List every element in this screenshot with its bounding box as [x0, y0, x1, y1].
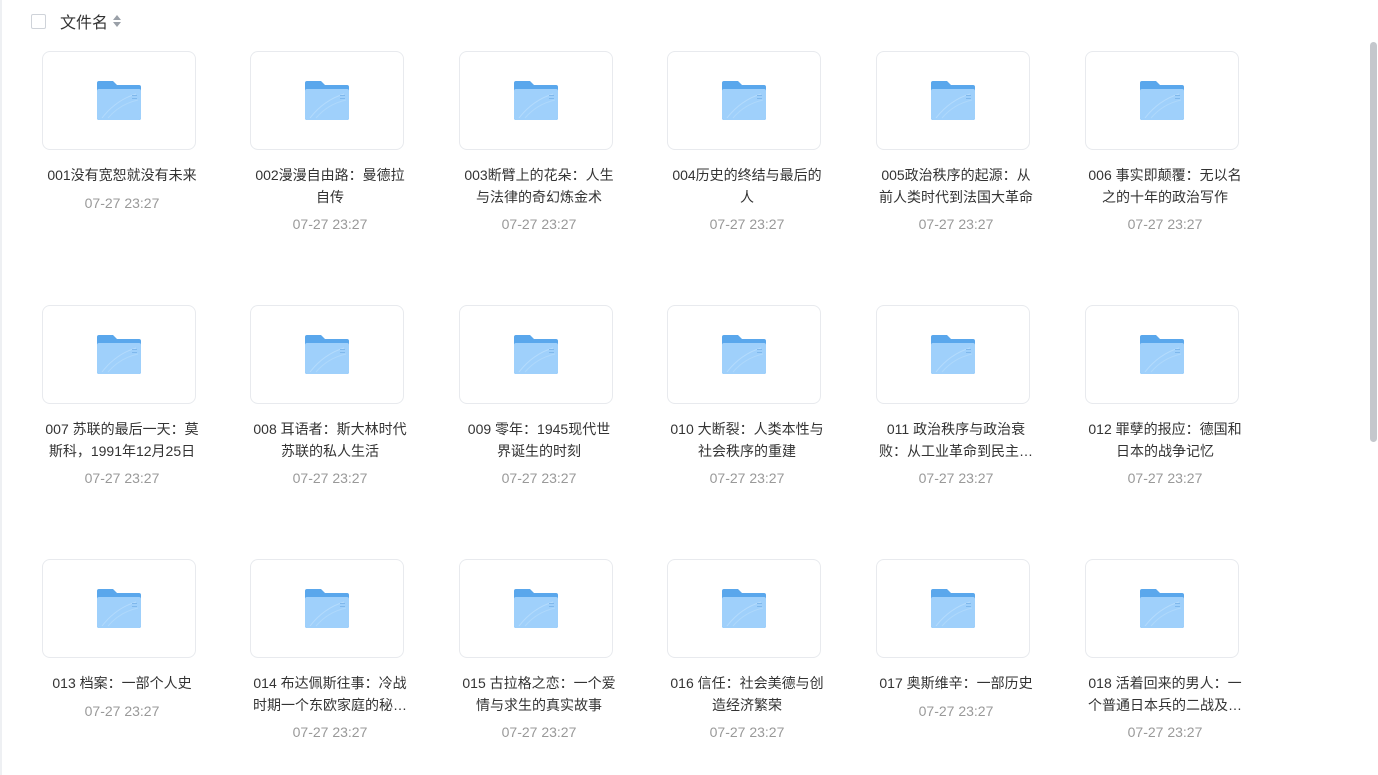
folder-modified-time: 07-27 23:27 — [84, 702, 160, 719]
folder-modified-time: 07-27 23:27 — [918, 470, 994, 486]
folder-modified-time: 07-27 23:27 — [501, 216, 577, 232]
folder-modified-time: 07-27 23:27 — [709, 470, 785, 486]
folder-icon — [304, 588, 350, 630]
folder-icon — [513, 80, 559, 122]
folder-name[interactable]: 013 档案：一部个人史 — [22, 673, 218, 695]
folder-modified-time: 07-27 23:27 — [1127, 216, 1203, 232]
folder-thumbnail[interactable] — [1085, 305, 1239, 404]
folder-icon — [930, 80, 976, 122]
folder-modified-time: 07-27 23:27 — [84, 194, 160, 211]
folder-grid: 001没有宽恕就没有未来 07-27 23:27 002漫漫自由路：曼德拉自传 07-… — [0, 0, 1378, 775]
folder-icon — [1139, 588, 1185, 630]
folder-modified-time: 07-27 23:27 — [84, 470, 160, 486]
folder-modified-time: 07-27 23:27 — [292, 724, 368, 740]
folder-thumbnail[interactable] — [1085, 51, 1239, 150]
folder-name[interactable]: 016 信任：社会美德与创造经济繁荣 — [647, 673, 843, 716]
folder-item[interactable]: 013 档案：一部个人史 07-27 23:27 — [22, 559, 218, 719]
folder-modified-time: 07-27 23:27 — [709, 724, 785, 740]
folder-item[interactable]: 012 罪孽的报应：德国和日本的战争记忆 07-27 23:27 — [1065, 305, 1261, 486]
folder-item[interactable]: 001没有宽恕就没有未来 07-27 23:27 — [22, 51, 218, 211]
folder-modified-time: 07-27 23:27 — [1127, 470, 1203, 486]
folder-name[interactable]: 018 活着回来的男人：一个普通日本兵的二战及战后生命史 — [1065, 673, 1261, 716]
folder-item[interactable]: 009 零年：1945现代世界诞生的时刻 07-27 23:27 — [439, 305, 635, 486]
folder-modified-time: 07-27 23:27 — [501, 724, 577, 740]
folder-thumbnail[interactable] — [42, 559, 196, 658]
folder-item[interactable]: 004历史的终结与最后的人 07-27 23:27 — [647, 51, 843, 232]
folder-thumbnail[interactable] — [42, 51, 196, 150]
folder-icon — [96, 334, 142, 376]
folder-name[interactable]: 004历史的终结与最后的人 — [647, 165, 843, 208]
folder-thumbnail[interactable] — [250, 305, 404, 404]
folder-thumbnail[interactable] — [876, 51, 1030, 150]
folder-icon — [513, 334, 559, 376]
folder-modified-time: 07-27 23:27 — [709, 216, 785, 232]
folder-thumbnail[interactable] — [250, 51, 404, 150]
folder-thumbnail[interactable] — [459, 559, 613, 658]
folder-item[interactable]: 002漫漫自由路：曼德拉自传 07-27 23:27 — [230, 51, 426, 232]
folder-name[interactable]: 007 苏联的最后一天：莫斯科，1991年12月25日 — [22, 419, 218, 462]
folder-item[interactable]: 014 布达佩斯往事：冷战时期一个东欧家庭的秘密档案 07-27 23:27 — [230, 559, 426, 740]
folder-item[interactable]: 007 苏联的最后一天：莫斯科，1991年12月25日 07-27 23:27 — [22, 305, 218, 486]
folder-thumbnail[interactable] — [667, 305, 821, 404]
folder-icon — [304, 334, 350, 376]
file-browser: 文件名 001没有宽恕就没有未来 07-27 23:27 002漫漫自由路：曼德拉自… — [0, 0, 1378, 775]
folder-icon — [930, 588, 976, 630]
folder-icon — [721, 588, 767, 630]
folder-icon — [1139, 80, 1185, 122]
folder-name[interactable]: 005政治秩序的起源：从前人类时代到法国大革命 — [856, 165, 1052, 208]
folder-thumbnail[interactable] — [667, 559, 821, 658]
folder-item[interactable]: 018 活着回来的男人：一个普通日本兵的二战及战后生命史 07-27 23:27 — [1065, 559, 1261, 740]
folder-thumbnail[interactable] — [250, 559, 404, 658]
folder-name[interactable]: 001没有宽恕就没有未来 — [22, 165, 218, 187]
folder-thumbnail[interactable] — [459, 305, 613, 404]
folder-item[interactable]: 011 政治秩序与政治衰败：从工业革命到民主全球化 07-27 23:27 — [856, 305, 1052, 486]
folder-icon — [1139, 334, 1185, 376]
folder-thumbnail[interactable] — [876, 305, 1030, 404]
folder-icon — [96, 588, 142, 630]
folder-item[interactable]: 017 奥斯维辛：一部历史 07-27 23:27 — [856, 559, 1052, 719]
folder-name[interactable]: 012 罪孽的报应：德国和日本的战争记忆 — [1065, 419, 1261, 462]
folder-item[interactable]: 010 大断裂：人类本性与社会秩序的重建 07-27 23:27 — [647, 305, 843, 486]
folder-name[interactable]: 014 布达佩斯往事：冷战时期一个东欧家庭的秘密档案 — [230, 673, 426, 716]
folder-thumbnail[interactable] — [459, 51, 613, 150]
folder-item[interactable]: 015 古拉格之恋：一个爱情与求生的真实故事 07-27 23:27 — [439, 559, 635, 740]
folder-icon — [96, 80, 142, 122]
folder-name[interactable]: 002漫漫自由路：曼德拉自传 — [230, 165, 426, 208]
folder-item[interactable]: 005政治秩序的起源：从前人类时代到法国大革命 07-27 23:27 — [856, 51, 1052, 232]
folder-item[interactable]: 003断臂上的花朵：人生与法律的奇幻炼金术 07-27 23:27 — [439, 51, 635, 232]
folder-thumbnail[interactable] — [667, 51, 821, 150]
folder-modified-time: 07-27 23:27 — [292, 216, 368, 232]
folder-name[interactable]: 003断臂上的花朵：人生与法律的奇幻炼金术 — [439, 165, 635, 208]
folder-icon — [304, 80, 350, 122]
folder-modified-time: 07-27 23:27 — [501, 470, 577, 486]
folder-name[interactable]: 009 零年：1945现代世界诞生的时刻 — [439, 419, 635, 462]
folder-item[interactable]: 008 耳语者：斯大林时代苏联的私人生活 07-27 23:27 — [230, 305, 426, 486]
folder-item[interactable]: 016 信任：社会美德与创造经济繁荣 07-27 23:27 — [647, 559, 843, 740]
folder-name[interactable]: 006 事实即颠覆：无以名之的十年的政治写作 — [1065, 165, 1261, 208]
vertical-scrollbar[interactable] — [1370, 42, 1377, 442]
folder-modified-time: 07-27 23:27 — [292, 470, 368, 486]
folder-modified-time: 07-27 23:27 — [918, 702, 994, 719]
folder-name[interactable]: 011 政治秩序与政治衰败：从工业革命到民主全球化 — [856, 419, 1052, 462]
folder-modified-time: 07-27 23:27 — [1127, 724, 1203, 740]
folder-item[interactable]: 006 事实即颠覆：无以名之的十年的政治写作 07-27 23:27 — [1065, 51, 1261, 232]
folder-icon — [513, 588, 559, 630]
folder-name[interactable]: 015 古拉格之恋：一个爱情与求生的真实故事 — [439, 673, 635, 716]
folder-thumbnail[interactable] — [1085, 559, 1239, 658]
folder-name[interactable]: 010 大断裂：人类本性与社会秩序的重建 — [647, 419, 843, 462]
folder-thumbnail[interactable] — [42, 305, 196, 404]
folder-name[interactable]: 008 耳语者：斯大林时代苏联的私人生活 — [230, 419, 426, 462]
folder-modified-time: 07-27 23:27 — [918, 216, 994, 232]
folder-icon — [721, 80, 767, 122]
folder-icon — [721, 334, 767, 376]
folder-name[interactable]: 017 奥斯维辛：一部历史 — [856, 673, 1052, 695]
folder-thumbnail[interactable] — [876, 559, 1030, 658]
folder-icon — [930, 334, 976, 376]
